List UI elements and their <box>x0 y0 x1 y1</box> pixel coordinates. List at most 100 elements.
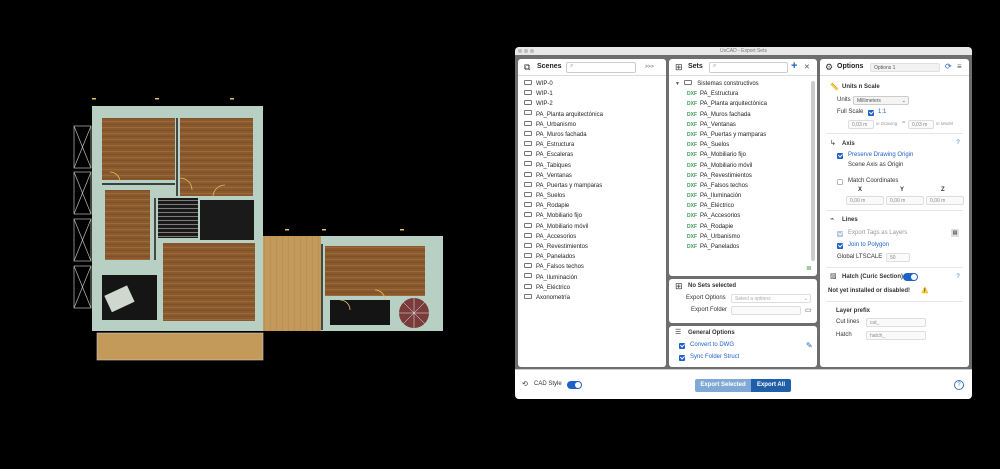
folder-icon <box>524 222 532 228</box>
folder-icon[interactable]: ▭ <box>805 306 812 314</box>
export-selected-button[interactable]: Export Selected <box>695 379 751 392</box>
set-item-label: PA_Panelados <box>700 244 740 250</box>
hatch-prefix-input[interactable]: hatch_ <box>866 331 926 340</box>
join-polygon-checkbox[interactable] <box>837 243 843 249</box>
options-preset-select[interactable]: Options 1 <box>870 63 940 72</box>
scene-item[interactable]: Axonometría <box>524 293 666 303</box>
dxf-tag: DXF <box>687 91 697 98</box>
set-item[interactable]: DXF PA_Ventanas <box>687 120 817 130</box>
set-item[interactable]: DXF PA_Accesorios <box>687 211 817 221</box>
title-bar: UsCAD - Export Sets <box>515 47 972 55</box>
convert-dwg-label: Convert to DWG <box>690 342 735 348</box>
sets-panel: ⊞ Sets ⌕ + ✕ ▼ Sistemas constructivos DX… <box>669 59 817 276</box>
set-item[interactable]: DXF PA_Urbanismo <box>687 232 817 242</box>
convert-dwg-checkbox[interactable] <box>679 343 685 349</box>
cad-drawing-viewport[interactable] <box>0 0 505 467</box>
set-item[interactable]: DXF PA_Rodapie <box>687 222 817 232</box>
scene-item[interactable]: PA_Escaleras <box>524 150 666 160</box>
scene-item[interactable]: PA_Accesorios <box>524 232 666 242</box>
preserve-origin-checkbox[interactable] <box>837 153 843 159</box>
set-item[interactable]: DXF PA_Panelados <box>687 242 817 252</box>
hatch-title: Hatch (Curic Section) <box>842 274 904 280</box>
hatch-help-icon[interactable]: ? <box>954 273 962 281</box>
set-item[interactable]: DXF PA_Estructura <box>687 89 817 99</box>
cut-lines-input[interactable]: cut_ <box>866 318 926 327</box>
x-coord-input[interactable]: 0,00 m <box>846 196 884 205</box>
cad-style-toggle[interactable] <box>567 381 582 389</box>
full-scale-checkbox[interactable] <box>868 110 874 116</box>
set-item[interactable]: DXF PA_Muros fachada <box>687 110 817 120</box>
sync-folder-checkbox[interactable] <box>679 355 685 361</box>
set-item[interactable]: DXF PA_Mobiliario fijo <box>687 150 817 160</box>
set-item[interactable]: DXF PA_Iluminación <box>687 191 817 201</box>
scene-item[interactable]: PA_Muros fachada <box>524 130 666 140</box>
layers-icon[interactable]: ▤ <box>951 229 959 237</box>
scene-item[interactable]: PA_Panelados <box>524 252 666 262</box>
set-item[interactable]: DXF PA_Falsos techos <box>687 181 817 191</box>
export-options-select[interactable]: Select a options ⌄ <box>731 294 811 303</box>
scene-item[interactable]: PA_Mobiliario móvil <box>524 222 666 232</box>
export-folder-input[interactable] <box>731 306 801 315</box>
scene-item[interactable]: PA_Mobiliario fijo <box>524 211 666 221</box>
scene-item[interactable]: PA_Falsos techos <box>524 262 666 272</box>
set-item[interactable]: DXF PA_Suelos <box>687 140 817 150</box>
scenes-search-input[interactable]: ⌕ <box>566 62 636 73</box>
match-coords-checkbox[interactable] <box>837 179 843 185</box>
folder-icon <box>524 130 532 136</box>
set-item[interactable]: DXF PA_Revestimientos <box>687 171 817 181</box>
scene-item-label: WIP-1 <box>536 91 553 98</box>
y-coord-value: 0,00 m <box>890 198 906 204</box>
sets-tree: ▼ Sistemas constructivos DXF PA_Estructur… <box>669 79 817 252</box>
z-coord-input[interactable]: 0,00 m <box>926 196 964 205</box>
help-button[interactable]: ? <box>954 380 964 390</box>
folder-icon <box>683 79 692 85</box>
dxf-tag: DXF <box>687 203 697 210</box>
export-all-button[interactable]: Export All <box>751 379 791 392</box>
export-tags-checkbox[interactable] <box>837 231 843 237</box>
scene-item[interactable]: PA_Ventanas <box>524 171 666 181</box>
scene-item[interactable]: PA_Revestimientos <box>524 242 666 252</box>
units-select[interactable]: Millimeters ⌄ <box>853 96 909 105</box>
set-item[interactable]: DXF PA_Mobiliario móvil <box>687 161 817 171</box>
scene-item-label: PA_Falsos techos <box>536 264 584 271</box>
scene-item[interactable]: PA_Iluminación <box>524 273 666 283</box>
scene-item[interactable]: PA_Planta arquitectónica <box>524 110 666 120</box>
sets-group-row[interactable]: ▼ Sistemas constructivos <box>675 79 817 89</box>
scene-item[interactable]: PA_Tabiques <box>524 161 666 171</box>
sets-icon: ⊞ <box>675 62 683 72</box>
set-item[interactable]: DXF PA_Eléctrico <box>687 201 817 211</box>
list-settings-icon[interactable]: ≣ <box>806 264 812 272</box>
scene-item[interactable]: PA_Suelos <box>524 191 666 201</box>
scene-item[interactable]: WIP-2 <box>524 99 666 109</box>
refresh-icon[interactable]: ⟳ <box>945 62 952 71</box>
scene-item[interactable]: PA_Urbanismo <box>524 120 666 130</box>
sets-scrollbar[interactable] <box>811 81 815 261</box>
scene-item-label: PA_Accesorios <box>536 233 577 240</box>
folder-icon <box>524 253 532 259</box>
hatch-toggle[interactable] <box>903 273 918 281</box>
ltscale-input[interactable]: 50 <box>886 253 910 262</box>
set-item[interactable]: DXF PA_Planta arquitectónica <box>687 99 817 109</box>
axis-help-icon[interactable]: ? <box>954 139 962 147</box>
sets-search-input[interactable]: ⌕ <box>709 62 788 73</box>
add-set-button[interactable]: + <box>791 60 797 72</box>
set-item[interactable]: DXF PA_Puertas y mamparas <box>687 130 817 140</box>
scene-item[interactable]: WIP-1 <box>524 89 666 99</box>
scene-item[interactable]: WIP-0 <box>524 79 666 89</box>
menu-icon[interactable]: ≡ <box>957 62 962 71</box>
ruler-icon: 📏 <box>830 84 839 91</box>
edit-icon[interactable]: ✎ <box>806 341 813 350</box>
scene-item[interactable]: PA_Estructura <box>524 140 666 150</box>
expand-button[interactable]: >>> <box>645 64 654 70</box>
in-drawing-input[interactable]: 0,03 m <box>848 120 874 129</box>
scene-item-label: PA_Estructura <box>536 142 575 149</box>
scene-item[interactable]: PA_Eléctrico <box>524 283 666 293</box>
close-set-button[interactable]: ✕ <box>804 63 810 71</box>
y-coord-input[interactable]: 0,00 m <box>886 196 924 205</box>
scene-item[interactable]: PA_Puertas y mamparas <box>524 181 666 191</box>
set-item-label: PA_Revestimientos <box>700 172 752 179</box>
scene-item-label: Axonometría <box>536 294 571 301</box>
in-model-input[interactable]: 0,03 m <box>908 120 934 129</box>
scene-item[interactable]: PA_Rodapie <box>524 201 666 211</box>
folder-icon <box>524 263 532 269</box>
